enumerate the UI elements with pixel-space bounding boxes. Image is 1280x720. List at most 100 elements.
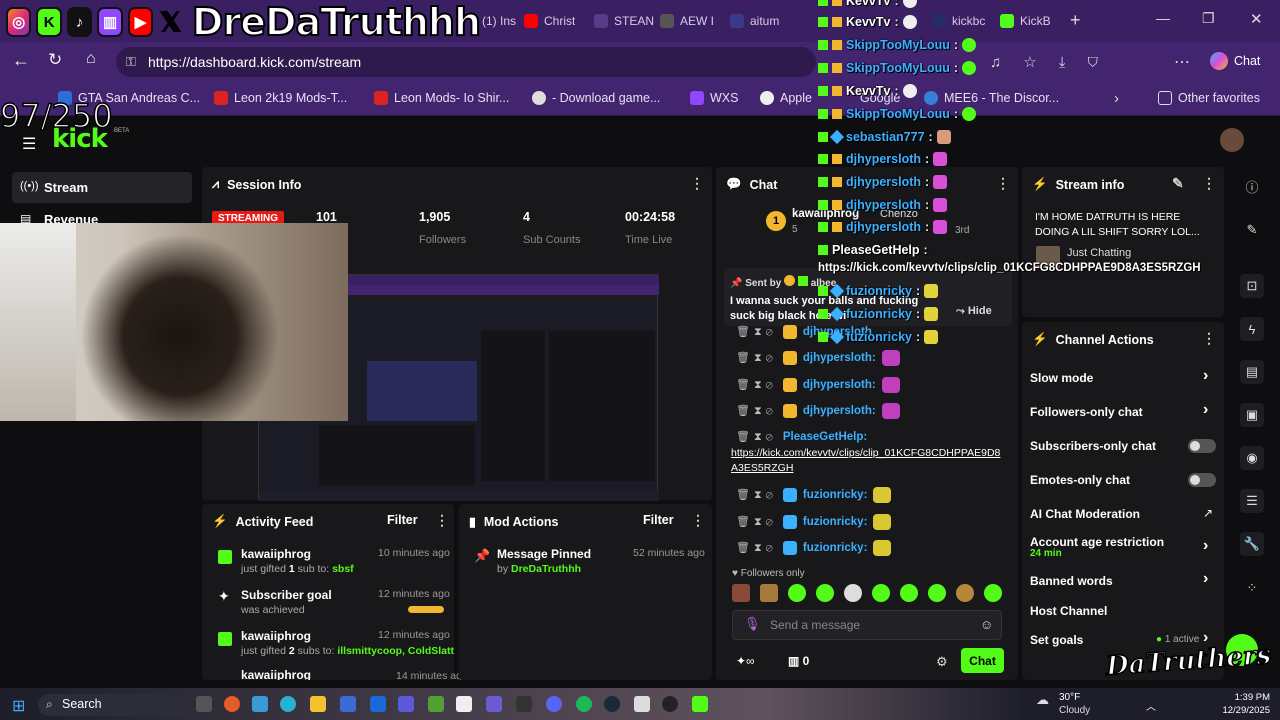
banned-words-action[interactable]: Banned words [1030, 574, 1113, 588]
hamburger-menu-icon[interactable]: ☰ [22, 134, 36, 154]
chat-settings-icons[interactable]: ✦∞ [736, 654, 755, 668]
points-display[interactable]: ▥ 0 [788, 654, 809, 668]
more-icon[interactable]: ⋮ [1202, 330, 1216, 347]
lightning-icon[interactable]: ϟ [1240, 317, 1264, 341]
emote-icon[interactable] [788, 584, 806, 602]
more-icon[interactable]: ⋮ [996, 175, 1010, 192]
more-icon[interactable]: ⋮ [691, 512, 705, 529]
chat-link[interactable]: https://kick.com/kevvtv/clips/clip_01KCF… [731, 446, 1001, 476]
gear-icon[interactable]: ⚙ [936, 654, 948, 670]
app-icon[interactable] [662, 696, 678, 712]
home-icon[interactable]: ⌂ [86, 50, 96, 68]
browser-tab[interactable]: kickbc [932, 8, 985, 34]
notepad-icon[interactable] [456, 696, 472, 712]
obs-icon[interactable] [486, 696, 502, 712]
mod-tools-icons[interactable]: 🗑⧗⊘ [736, 404, 777, 418]
edge-icon[interactable] [280, 696, 296, 712]
chevron-right-icon[interactable]: › [1203, 367, 1208, 385]
activity-user[interactable]: kawaiiphrog [241, 629, 311, 643]
emote-icon[interactable] [900, 584, 918, 602]
chat-message[interactable]: 🗑⧗⊘ djhypersloth: [736, 403, 900, 419]
more-actions-icon[interactable]: ⁘ [1240, 576, 1264, 600]
info-icon[interactable]: ⓘ [1240, 174, 1264, 198]
chevron-right-icon[interactable]: › [1203, 401, 1208, 419]
filter-button[interactable]: Filter [387, 513, 418, 527]
firefox-icon[interactable] [224, 696, 240, 712]
other-favorites[interactable]: Other favorites [1158, 91, 1260, 105]
set-goals-action[interactable]: Set goals [1030, 633, 1083, 647]
broadcast-icon[interactable]: ◉ [1240, 446, 1264, 470]
xbox-icon[interactable] [428, 696, 444, 712]
emote-bar[interactable] [732, 584, 1002, 602]
emoji-icon[interactable]: ☺ [980, 617, 993, 632]
mod-tools-icons[interactable]: 🗑⧗⊘ [736, 488, 777, 502]
nav-item-stream[interactable] [12, 172, 192, 203]
bookmark[interactable]: Leon Mods- Io Shir... [374, 91, 509, 105]
bookmark[interactable]: MEE6 - The Discor... [924, 91, 1059, 105]
extension-icons[interactable]: ♫☆⤓⛉ [990, 53, 1120, 71]
mod-tools-icons[interactable]: 🗑⧗⊘ [736, 430, 777, 444]
clock-time[interactable]: 1:39 PM [1210, 692, 1270, 703]
host-channel-action[interactable]: Host Channel [1030, 604, 1107, 618]
followers-only-action[interactable]: Followers-only chat [1030, 405, 1143, 419]
emote-icon[interactable] [844, 584, 862, 602]
edit-icon[interactable]: ✎ [1172, 175, 1184, 192]
mod-tools-icons[interactable]: 🗑⧗⊘ [736, 378, 777, 392]
minimize-icon[interactable]: — [1156, 10, 1170, 26]
store-icon[interactable] [340, 696, 356, 712]
emotes-only-action[interactable]: Emotes-only chat [1030, 473, 1130, 487]
teams-icon[interactable] [398, 696, 414, 712]
mod-tools-icons[interactable]: 🗑⧗⊘ [736, 325, 777, 339]
send-chat-button[interactable]: Chat [961, 648, 1004, 673]
tray-chevron-icon[interactable]: ︿ [1146, 698, 1156, 713]
discord-icon[interactable] [546, 696, 562, 712]
taskbar-search[interactable] [38, 694, 188, 716]
emote-icon[interactable] [928, 584, 946, 602]
clip-icon[interactable]: ⊡ [1240, 274, 1264, 298]
edit-icon[interactable]: ✎ [1240, 218, 1264, 242]
bookmark[interactable]: - Download game... [532, 91, 660, 105]
close-icon[interactable]: ✕ [1250, 10, 1263, 28]
emote-icon[interactable] [732, 584, 750, 602]
copilot-icon[interactable] [252, 696, 268, 712]
chat-message[interactable]: 🗑⧗⊘ djhypersloth: [736, 377, 900, 393]
emote-icon[interactable] [956, 584, 974, 602]
steam-icon[interactable] [604, 696, 620, 712]
emote-icon[interactable] [984, 584, 1002, 602]
browser-tab[interactable]: STEAN [594, 8, 654, 34]
reload-icon[interactable]: ↻ [48, 50, 62, 70]
activity-user[interactable]: kawaiiphrog [241, 668, 311, 680]
bookmark[interactable]: Leon 2k19 Mods-T... [214, 91, 347, 105]
new-tab-icon[interactable]: + [1070, 10, 1081, 31]
task-view-icon[interactable] [196, 696, 212, 712]
activity-user[interactable]: kawaiiphrog [241, 547, 311, 561]
browser-tab[interactable]: (1) Ins [482, 8, 516, 34]
site-info-icon[interactable]: ⚿ [126, 54, 136, 70]
app-icon[interactable] [516, 696, 532, 712]
browser-tab[interactable]: aitum [730, 8, 779, 34]
microphone-icon[interactable]: 🎙 [744, 616, 761, 632]
mod-tools-icons[interactable]: 🗑⧗⊘ [736, 351, 777, 365]
spotify-icon[interactable] [576, 696, 592, 712]
layout-icon[interactable]: ☰ [1240, 489, 1264, 513]
wrench-icon[interactable]: 🔧 [1240, 532, 1264, 556]
stream-category[interactable]: Just Chatting [1067, 247, 1131, 259]
account-age-action[interactable]: Account age restriction [1030, 535, 1164, 549]
outlook-icon[interactable] [370, 696, 386, 712]
chevron-right-icon[interactable]: › [1203, 537, 1208, 555]
chevron-right-icon[interactable]: › [1203, 570, 1208, 588]
browser-tab[interactable]: AEW I [660, 8, 714, 34]
subscribers-only-toggle[interactable] [1188, 439, 1216, 453]
emotes-only-toggle[interactable] [1188, 473, 1216, 487]
emote-icon[interactable] [760, 584, 778, 602]
chevron-right-icon[interactable]: › [1114, 90, 1119, 107]
browser-tab[interactable]: Christ [524, 8, 575, 34]
kick-icon[interactable] [692, 696, 708, 712]
hide-pinned-button[interactable]: ⤳ Hide [956, 305, 992, 318]
chat-message[interactable]: 🗑⧗⊘ PleaseGetHelp: [736, 430, 867, 444]
filter-button[interactable]: Filter [643, 513, 674, 527]
ai-moderation-action[interactable]: AI Chat Moderation [1030, 507, 1140, 521]
external-link-icon[interactable]: ↗ [1203, 506, 1213, 520]
app-icon[interactable] [634, 696, 650, 712]
subscribers-only-action[interactable]: Subscribers-only chat [1030, 439, 1156, 453]
